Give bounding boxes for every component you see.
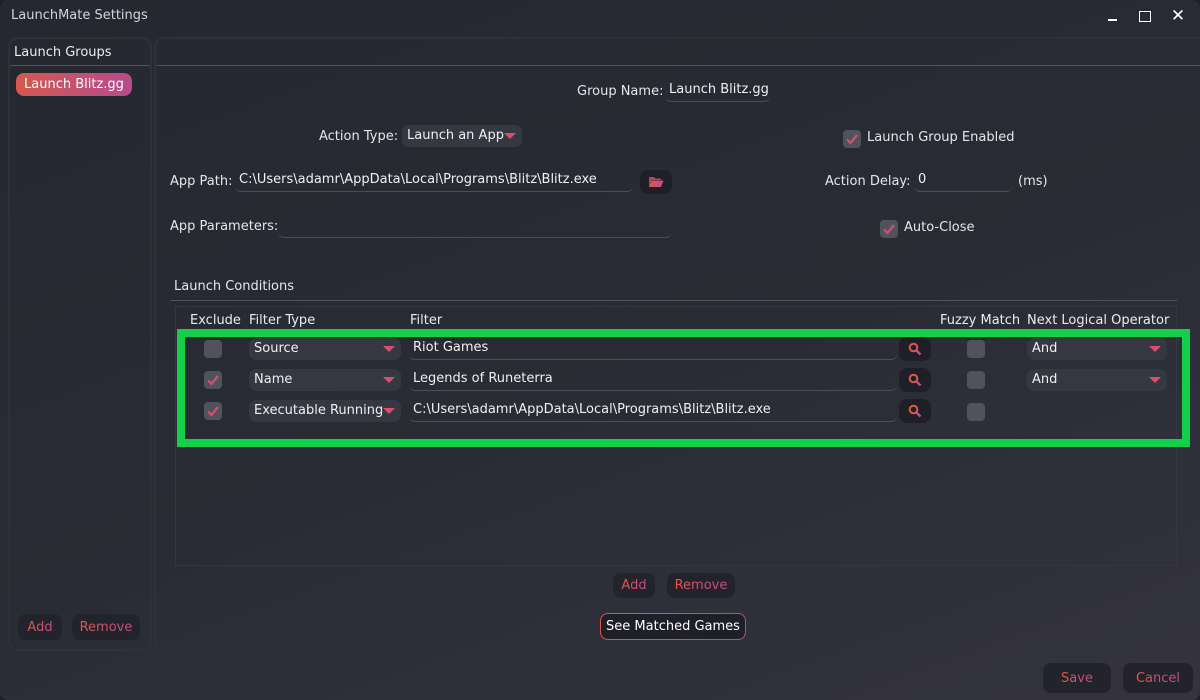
checkmark-icon bbox=[846, 134, 858, 145]
divider bbox=[10, 65, 150, 66]
cancel-label: Cancel bbox=[1135, 670, 1181, 686]
logical-operator-select[interactable]: And bbox=[1027, 369, 1167, 391]
checkmark-icon bbox=[207, 406, 219, 417]
action-delay-input[interactable]: 0 bbox=[914, 170, 1012, 192]
action-type-value: Launch an App bbox=[407, 128, 504, 143]
save-label: Save bbox=[1061, 670, 1093, 686]
filter-type-value: Executable Running bbox=[254, 403, 384, 418]
fuzzy-match-checkbox[interactable] bbox=[967, 371, 985, 389]
search-icon bbox=[908, 404, 922, 418]
search-button[interactable] bbox=[899, 368, 931, 392]
add-condition-label: Add bbox=[621, 578, 647, 593]
title-bar[interactable]: LaunchMate Settings ✕ bbox=[0, 0, 1200, 32]
see-matched-games-button[interactable]: See Matched Games bbox=[600, 613, 746, 640]
search-icon bbox=[908, 342, 922, 356]
remove-condition-label: Remove bbox=[674, 578, 728, 593]
chevron-down-icon bbox=[504, 133, 516, 139]
filter-type-select[interactable]: Source bbox=[249, 338, 401, 360]
logical-operator-select[interactable]: And bbox=[1027, 338, 1167, 360]
add-group-label: Add bbox=[27, 619, 53, 635]
chevron-down-icon bbox=[383, 408, 395, 414]
column-header-filter-type[interactable]: Filter Type bbox=[249, 313, 315, 328]
app-parameters-label: App Parameters: bbox=[170, 219, 279, 234]
action-delay-unit: (ms) bbox=[1018, 174, 1048, 189]
launch-group-item[interactable]: Launch Blitz.gg bbox=[16, 73, 132, 96]
group-name-input[interactable]: Launch Blitz.gg bbox=[665, 80, 770, 102]
remove-condition-button[interactable]: Remove bbox=[667, 573, 735, 598]
column-separator[interactable] bbox=[935, 307, 937, 329]
minimize-icon bbox=[1107, 19, 1117, 21]
see-matched-games-label: See Matched Games bbox=[601, 614, 745, 639]
remove-group-button[interactable]: Remove bbox=[72, 614, 140, 640]
auto-close-label: Auto-Close bbox=[904, 220, 975, 235]
divider bbox=[156, 65, 1200, 66]
launch-group-enabled-label: Launch Group Enabled bbox=[867, 130, 1015, 145]
save-button[interactable]: Save bbox=[1043, 663, 1111, 693]
app-path-label: App Path: bbox=[170, 174, 233, 189]
column-header-exclude[interactable]: Exclude bbox=[190, 313, 241, 328]
filter-input[interactable]: C:\Users\adamr\AppData\Local\Programs\Bl… bbox=[409, 400, 897, 422]
column-separator[interactable] bbox=[404, 307, 406, 329]
settings-window: LaunchMate Settings ✕ Launch Groups Laun… bbox=[0, 0, 1200, 700]
filter-type-select[interactable]: Executable Running bbox=[249, 400, 401, 422]
column-separator[interactable] bbox=[244, 307, 246, 329]
launch-conditions-title: Launch Conditions bbox=[174, 279, 295, 294]
folder-open-icon bbox=[649, 177, 664, 187]
chevron-down-icon bbox=[383, 377, 395, 383]
exclude-checkbox[interactable] bbox=[204, 371, 222, 389]
operator-value: And bbox=[1032, 341, 1058, 356]
checkmark-icon bbox=[207, 375, 219, 386]
search-icon bbox=[908, 373, 922, 387]
exclude-checkbox[interactable] bbox=[204, 402, 222, 420]
app-path-input[interactable]: C:\Users\adamr\AppData\Local\Programs\Bl… bbox=[235, 170, 633, 192]
close-button[interactable]: ✕ bbox=[1163, 4, 1193, 28]
window-title: LaunchMate Settings bbox=[11, 8, 148, 23]
auto-close-checkbox[interactable] bbox=[880, 220, 898, 238]
action-type-label: Action Type: bbox=[319, 129, 399, 144]
maximize-button[interactable] bbox=[1130, 4, 1160, 28]
filter-type-value: Name bbox=[254, 372, 293, 387]
action-delay-label: Action Delay: bbox=[825, 174, 911, 189]
app-parameters-input[interactable] bbox=[278, 216, 672, 238]
filter-input[interactable]: Legends of Runeterra bbox=[409, 369, 897, 391]
column-header-filter[interactable]: Filter bbox=[410, 313, 442, 328]
minimize-button[interactable] bbox=[1097, 4, 1127, 28]
fuzzy-match-checkbox[interactable] bbox=[967, 403, 985, 421]
chevron-down-icon bbox=[1149, 346, 1161, 352]
remove-group-label: Remove bbox=[79, 619, 133, 635]
launch-groups-panel: Launch Groups Launch Blitz.gg bbox=[8, 37, 152, 651]
cancel-button[interactable]: Cancel bbox=[1123, 663, 1193, 693]
chevron-down-icon bbox=[1149, 377, 1161, 383]
chevron-down-icon bbox=[383, 346, 395, 352]
filter-input[interactable]: Riot Games bbox=[409, 338, 897, 360]
exclude-checkbox[interactable] bbox=[204, 340, 222, 358]
close-icon: ✕ bbox=[1170, 5, 1186, 26]
maximize-icon bbox=[1139, 10, 1151, 22]
action-type-select[interactable]: Launch an App bbox=[402, 125, 522, 147]
column-separator[interactable] bbox=[186, 307, 188, 329]
launch-group-enabled-checkbox[interactable] bbox=[843, 130, 861, 148]
filter-type-select[interactable]: Name bbox=[249, 369, 401, 391]
browse-app-button[interactable] bbox=[640, 170, 672, 194]
group-name-label: Group Name: bbox=[577, 84, 664, 99]
fuzzy-match-checkbox[interactable] bbox=[967, 340, 985, 358]
column-separator[interactable] bbox=[1021, 307, 1023, 329]
add-condition-button[interactable]: Add bbox=[613, 573, 655, 598]
search-button[interactable] bbox=[899, 337, 931, 361]
column-header-fuzzy-match[interactable]: Fuzzy Match bbox=[940, 313, 1020, 328]
checkmark-icon bbox=[883, 224, 895, 235]
search-button[interactable] bbox=[899, 399, 931, 423]
filter-type-value: Source bbox=[254, 341, 299, 356]
divider bbox=[170, 300, 1177, 301]
column-header-next-operator[interactable]: Next Logical Operator bbox=[1027, 313, 1169, 328]
launch-groups-title: Launch Groups bbox=[14, 45, 112, 60]
operator-value: And bbox=[1032, 372, 1058, 387]
add-group-button[interactable]: Add bbox=[18, 614, 62, 640]
